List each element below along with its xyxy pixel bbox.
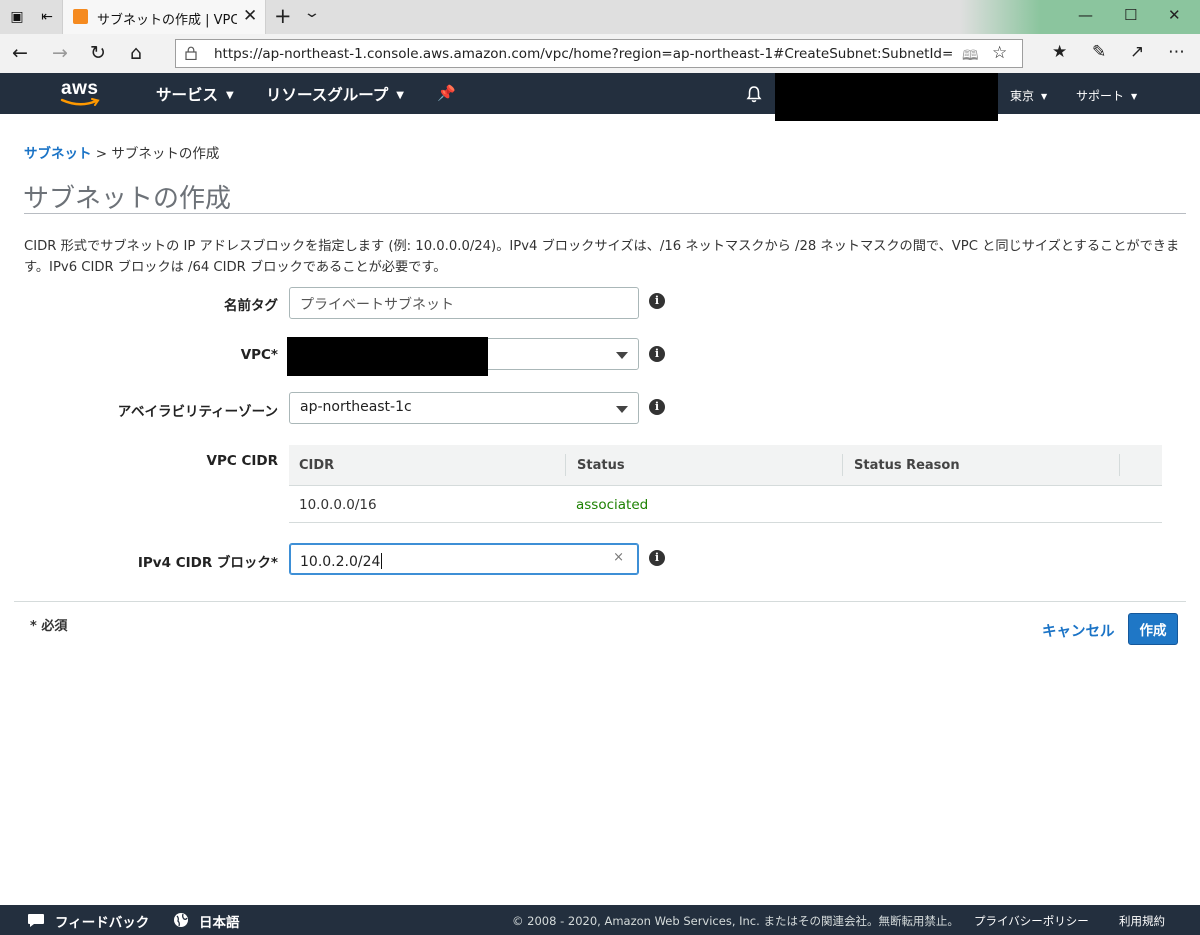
breadcrumb-separator: > (95, 146, 108, 162)
feedback-icon (28, 914, 44, 927)
info-icon[interactable]: i (649, 293, 665, 309)
tab-actions-icon[interactable]: ▣ (8, 8, 26, 26)
tab-preview-chevron-icon[interactable]: ⌄ (303, 5, 321, 21)
favorite-star-icon[interactable]: ☆ (992, 43, 1007, 63)
titlebar-accent (960, 0, 1040, 34)
back-icon[interactable]: ← (12, 42, 28, 64)
bell-icon[interactable] (745, 85, 763, 103)
breadcrumb: サブネット > サブネットの作成 (24, 142, 219, 162)
globe-icon (174, 913, 188, 927)
clear-input-icon[interactable]: × (613, 550, 624, 565)
availability-zone-select[interactable]: ap-northeast-1c (289, 392, 639, 424)
console-footer: フィードバック 日本語 © 2008 - 2020, Amazon Web Se… (0, 905, 1200, 935)
pin-icon[interactable]: 📌 (437, 84, 456, 102)
breadcrumb-current: サブネットの作成 (111, 146, 220, 162)
cancel-button[interactable]: キャンセル (1042, 620, 1115, 641)
name-tag-input[interactable]: プライベートサブネット (289, 287, 639, 319)
dropdown-arrow-icon (616, 352, 628, 359)
reading-view-icon[interactable]: 🕮 (962, 45, 979, 69)
forward-icon[interactable]: → (52, 42, 68, 64)
column-header-status-reason: Status Reason (854, 458, 960, 473)
form-divider (14, 601, 1186, 602)
lock-icon (185, 46, 197, 60)
support-label: サポート (1076, 89, 1125, 103)
required-note: * 必須 (30, 619, 68, 634)
new-tab-icon[interactable]: + (274, 4, 292, 28)
chevron-down-icon: ▼ (1131, 92, 1138, 101)
title-divider (24, 213, 1186, 214)
vpc-label: VPC* (240, 347, 278, 363)
browser-tab[interactable]: サブネットの作成 | VPC M ✕ (62, 0, 266, 34)
vpc-value-redacted (287, 337, 488, 376)
ipv4-cidr-label: IPv4 CIDR ブロック* (137, 555, 278, 571)
column-header-status: Status (577, 458, 625, 473)
chevron-down-icon: ▼ (396, 90, 404, 101)
aws-smile-icon (60, 98, 100, 106)
availability-zone-value: ap-northeast-1c (300, 399, 412, 415)
terms-link[interactable]: 利用規約 (1119, 913, 1165, 929)
share-icon[interactable]: ↗ (1130, 42, 1144, 62)
dropdown-arrow-icon (616, 406, 628, 413)
column-divider (842, 454, 843, 476)
close-window-icon[interactable]: ✕ (1168, 6, 1181, 24)
account-menu-redacted[interactable] (775, 73, 998, 121)
maximize-icon[interactable]: ☐ (1124, 6, 1137, 24)
chevron-down-icon: ▼ (226, 90, 234, 101)
services-menu[interactable]: サービス ▼ (156, 83, 234, 105)
column-header-cidr: CIDR (299, 458, 335, 473)
create-button[interactable]: 作成 (1128, 613, 1178, 645)
window-controls: — ☐ ✕ (1040, 0, 1200, 34)
set-aside-tabs-icon[interactable]: ⇤ (38, 8, 56, 26)
resource-groups-menu[interactable]: リソースグループ ▼ (266, 83, 404, 105)
vpc-cidr-table: CIDR Status Status Reason 10.0.0.0/16 as… (289, 445, 1162, 523)
language-selector[interactable]: 日本語 (199, 911, 240, 931)
region-menu[interactable]: 東京 ▼ (1010, 87, 1047, 104)
privacy-policy-link[interactable]: プライバシーポリシー (974, 913, 1089, 929)
aws-logo-text: aws (61, 78, 99, 99)
refresh-icon[interactable]: ↻ (90, 42, 106, 64)
ipv4-cidr-value: 10.0.2.0/24 (300, 554, 381, 570)
browser-tab-bar: ▣ ⇤ サブネットの作成 | VPC M ✕ + ⌄ — ☐ ✕ (0, 0, 1200, 34)
close-tab-icon[interactable]: ✕ (243, 6, 257, 26)
aws-console-header: aws サービス ▼ リソースグループ ▼ 📌 東京 ▼ サポート ▼ (0, 73, 1200, 114)
page-title: サブネットの作成 (23, 184, 232, 214)
cidr-cell: 10.0.0.0/16 (299, 497, 377, 513)
region-label: 東京 (1010, 89, 1035, 103)
info-icon[interactable]: i (649, 346, 665, 362)
url-field[interactable]: https://ap-northeast-1.console.aws.amazo… (175, 39, 1023, 68)
services-menu-label: サービス (156, 86, 219, 104)
home-icon[interactable]: ⌂ (130, 42, 142, 64)
availability-zone-label: アベイラビリティーゾーン (117, 404, 278, 420)
url-text: https://ap-northeast-1.console.aws.amazo… (214, 46, 954, 62)
favorites-icon[interactable]: ★ (1052, 42, 1067, 62)
name-tag-value: プライベートサブネット (300, 297, 454, 313)
page-description: CIDR 形式でサブネットの IP アドレスブロックを指定します (例: 10.… (24, 239, 1180, 275)
resource-groups-menu-label: リソースグループ (266, 86, 389, 104)
feedback-link[interactable]: フィードバック (55, 911, 149, 931)
table-header: CIDR Status Status Reason (289, 445, 1162, 486)
table-row: 10.0.0.0/16 associated (289, 486, 1162, 523)
pen-icon[interactable]: ✎ (1092, 42, 1106, 62)
minimize-icon[interactable]: — (1078, 6, 1093, 24)
status-cell: associated (576, 497, 649, 513)
browser-address-bar: ← → ↻ ⌂ https://ap-northeast-1.console.a… (0, 34, 1200, 73)
aws-favicon-icon (73, 9, 88, 24)
tab-title: サブネットの作成 | VPC M (97, 13, 237, 28)
info-icon[interactable]: i (649, 399, 665, 415)
column-divider (565, 454, 566, 476)
more-icon[interactable]: ⋯ (1168, 42, 1185, 62)
column-divider (1119, 454, 1120, 476)
support-menu[interactable]: サポート ▼ (1076, 87, 1137, 104)
copyright-text: © 2008 - 2020, Amazon Web Services, Inc.… (512, 914, 959, 928)
aws-logo[interactable]: aws (60, 78, 104, 108)
chevron-down-icon: ▼ (1041, 92, 1048, 101)
breadcrumb-subnets-link[interactable]: サブネット (24, 146, 92, 162)
vpc-cidr-label: VPC CIDR (206, 453, 278, 469)
info-icon[interactable]: i (649, 550, 665, 566)
ipv4-cidr-input[interactable]: 10.0.2.0/24 × (289, 543, 639, 575)
name-tag-label: 名前タグ (224, 298, 278, 314)
